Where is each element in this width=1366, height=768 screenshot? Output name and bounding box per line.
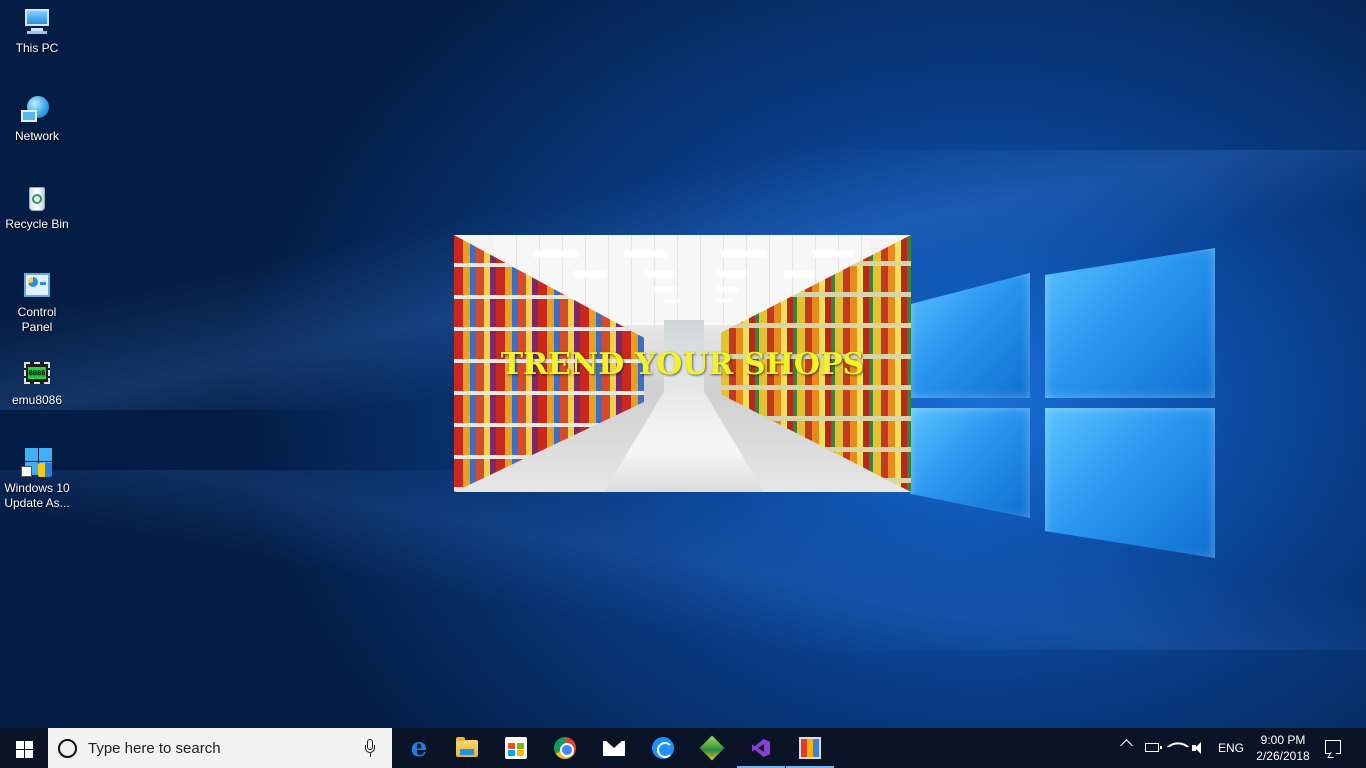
wallpaper-windows-logo [895,240,1225,570]
desktop-icon-label: Network [14,129,59,143]
taskbar-app-file-explorer[interactable] [443,728,491,768]
media-app-icon [799,737,821,759]
taskbar-clock[interactable]: 9:00 PM 2/26/2018 [1250,732,1316,764]
sync-app-icon [652,737,674,759]
desktop-icon-label: Windows 10 Update As... [4,481,70,510]
taskbar-app-mail[interactable] [590,728,638,768]
cortana-icon [58,739,77,758]
desktop-icon-windows-update-assistant[interactable]: Windows 10 Update As... [2,446,72,511]
splash-window[interactable]: TREND YOUR SHOPS [454,235,911,492]
taskbar-app-sync[interactable] [639,728,687,768]
desktop-icon-network[interactable]: Network [2,94,72,144]
gem-app-icon [699,735,725,761]
desktop-icon-label: Recycle Bin [5,217,69,231]
taskbar-app-gem[interactable] [688,728,736,768]
show-hidden-icons-chevron-icon[interactable] [1120,739,1133,752]
splash-title: TREND YOUR SHOPS [500,347,865,382]
taskbar-app-chrome[interactable] [541,728,589,768]
start-button[interactable] [0,728,48,768]
edge-icon: e [410,733,428,763]
recycle-bin-icon [21,182,53,214]
desktop-icon-label: emu8086 [11,393,63,407]
network-icon [21,94,53,126]
mail-icon [603,739,625,756]
volume-icon[interactable] [1192,742,1206,754]
search-placeholder: Type here to search [88,740,221,757]
chip-icon: 8086 [21,358,53,390]
desktop-icon-label: This PC [15,41,59,55]
clock-time: 9:00 PM [1260,733,1306,747]
control-panel-icon [21,270,53,302]
input-language[interactable]: ENG [1218,741,1244,755]
taskbar-search-box[interactable]: Type here to search [48,728,392,768]
taskbar-app-media[interactable] [786,728,834,768]
microphone-icon[interactable] [365,739,375,757]
clock-date: 2/26/2018 [1256,749,1310,763]
taskbar-app-store[interactable] [492,728,540,768]
chip-label: 8086 [28,367,46,379]
file-explorer-icon [456,737,478,757]
wifi-icon[interactable] [1166,735,1190,759]
desktop-icon-this-pc[interactable]: This PC [2,6,72,56]
visual-studio-icon [750,737,772,759]
desktop-icon-label: Control Panel [17,305,57,334]
desktop-icon-recycle-bin[interactable]: Recycle Bin [2,182,72,232]
action-center-icon[interactable] [1325,740,1341,754]
chrome-icon [554,737,576,759]
battery-icon[interactable] [1145,743,1162,752]
taskbar-app-visual-studio[interactable] [737,728,785,768]
desktop-icon-emu8086[interactable]: 8086 emu8086 [2,358,72,408]
computer-icon [21,6,53,38]
taskbar-app-edge[interactable]: e [395,728,443,768]
desktop-icon-control-panel[interactable]: Control Panel [2,270,72,335]
store-icon [505,737,527,759]
taskbar: Type here to search e ENG 9:00 PM 2/26/2… [0,728,1366,768]
windows-update-icon [21,446,53,478]
